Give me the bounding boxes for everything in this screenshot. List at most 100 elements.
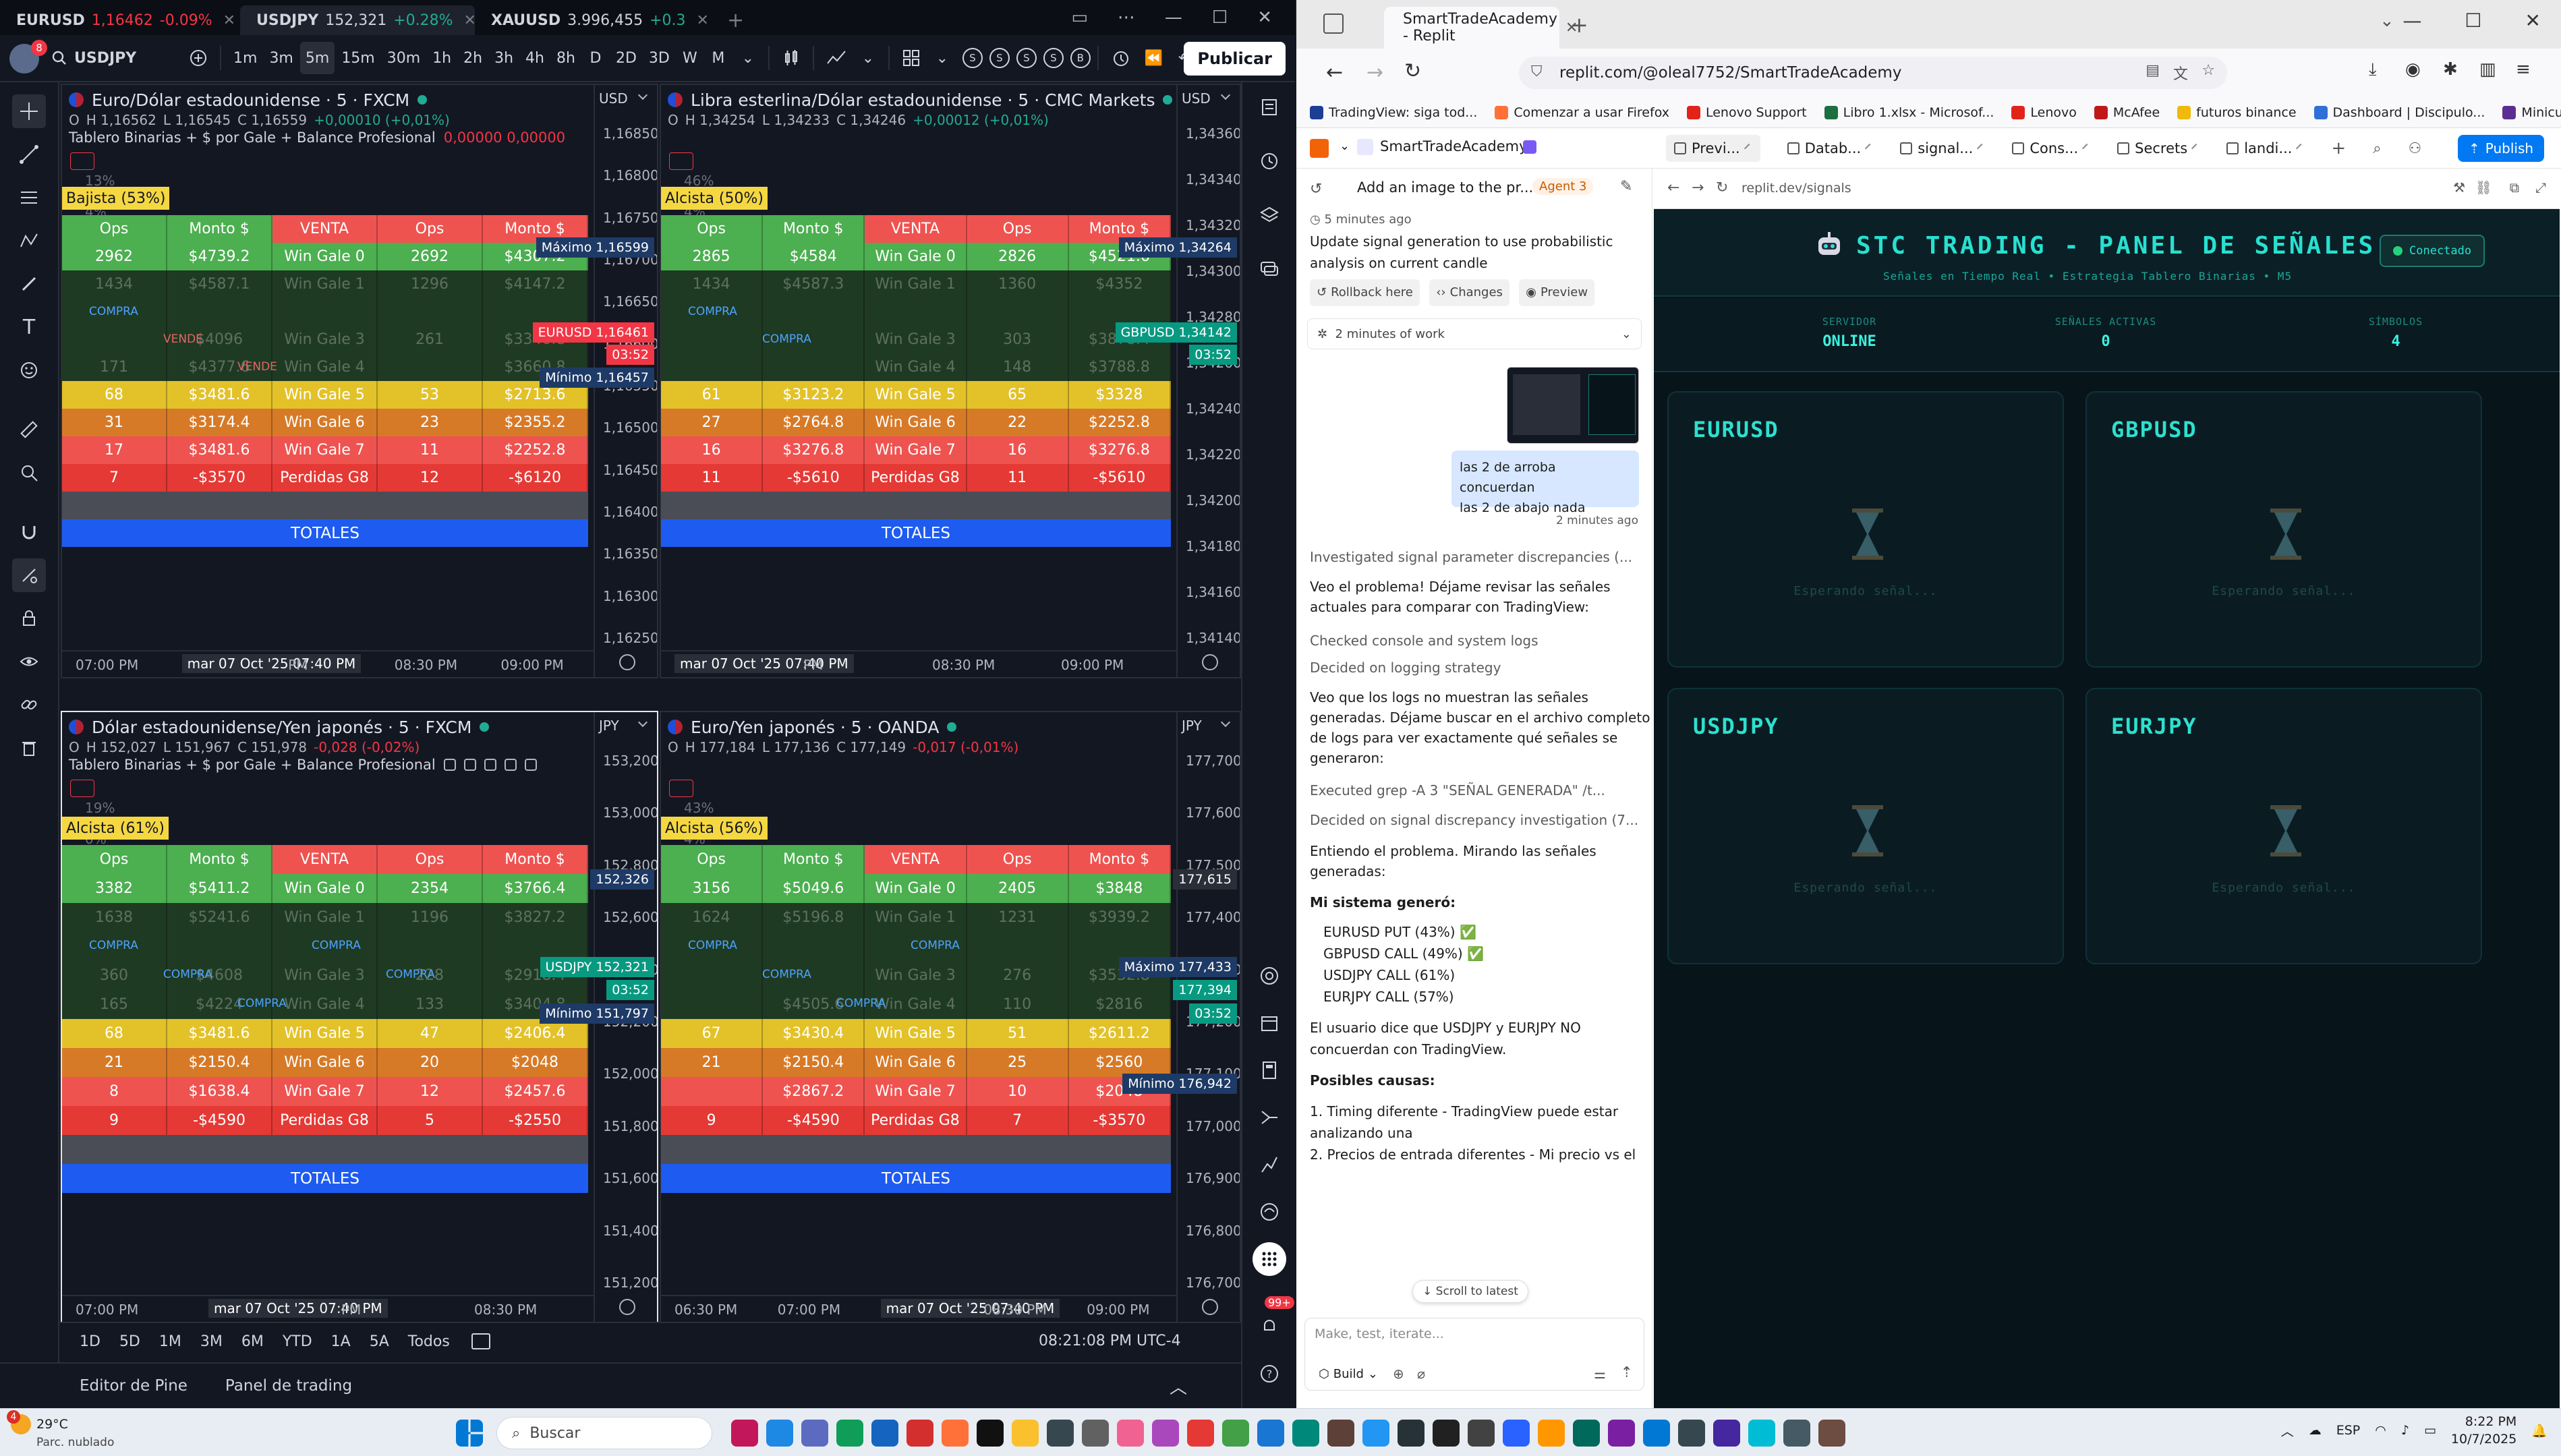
axis-currency-chevron-icon[interactable] (637, 717, 648, 728)
alert-icon[interactable] (1105, 42, 1136, 74)
bookmark-item[interactable]: McAfee (2094, 105, 2160, 120)
close-icon[interactable]: ✕ (223, 12, 235, 29)
axis-currency-chevron-icon[interactable] (637, 90, 648, 100)
pinned-app-icon[interactable] (1222, 1420, 1249, 1447)
download-icon[interactable]: ⤓ (2369, 59, 2377, 80)
link-icon[interactable] (12, 688, 46, 722)
bookmark-item[interactable]: TradingView: siga tod... (1310, 105, 1477, 120)
settings-gear-icon[interactable] (619, 1299, 635, 1315)
pinned-app-icon[interactable] (1117, 1420, 1144, 1447)
send-icon[interactable]: ⇡ (1621, 1364, 1633, 1381)
preview-url[interactable]: replit.dev/signals (1742, 181, 1851, 196)
zoom-icon[interactable] (12, 456, 46, 490)
lock-icon[interactable] (12, 602, 46, 635)
close-icon[interactable] (1744, 143, 1754, 154)
target-icon[interactable] (1253, 959, 1286, 993)
pinned-app-icon[interactable] (1503, 1420, 1530, 1447)
tab-list-icon[interactable] (1323, 13, 1344, 34)
new-tab-button[interactable]: + (718, 5, 753, 35)
chart-pane-0[interactable]: Euro/Dólar estadounidense · 5 · FXCM O H 1… (61, 84, 658, 678)
taskbar-clock[interactable]: 8:22 PM 10/7/2025 (2451, 1413, 2516, 1448)
tab-eurusd[interactable]: EURUSD 1,16462 -0.09% ✕ (0, 5, 240, 35)
close-icon[interactable]: ✕ (464, 12, 475, 29)
time-axis[interactable]: 06:30 PM 07:00 PM mar 07 Oct '25 07:40 PM 0… (661, 1295, 1176, 1322)
emoji-icon[interactable] (12, 353, 46, 387)
sidebar-icon[interactable]: ▥ (2479, 59, 2496, 80)
pine-editor-tab[interactable]: Editor de Pine (80, 1377, 188, 1395)
pane-title[interactable]: Euro/Dólar estadounidense · 5 · FXCM (62, 89, 428, 111)
pinned-app-icon[interactable] (836, 1420, 863, 1447)
candles-icon[interactable] (776, 42, 806, 74)
axis-currency[interactable]: USD (1182, 90, 1211, 107)
translate-icon[interactable]: 文 (2173, 62, 2188, 84)
browser-tab[interactable]: SmartTradeAcademy - Replit ✕ (1384, 7, 1578, 49)
signal-card-gbpusd[interactable]: GBPUSD Esperando señal... (2085, 391, 2482, 668)
interval-D[interactable]: D (582, 42, 609, 74)
layout-icon[interactable]: ▭ (1071, 7, 1088, 28)
bookmark-item[interactable]: Libro 1.xlsx - Microsof... (1824, 105, 1994, 120)
interval-W[interactable]: W (677, 42, 703, 74)
preview-forward-icon[interactable]: → (1692, 179, 1704, 196)
more-icon[interactable] (524, 759, 537, 771)
sync-circle-3[interactable]: S (1043, 48, 1064, 68)
replit-logo-icon[interactable] (1310, 139, 1329, 158)
rollback-button[interactable]: ↺ Rollback here (1310, 279, 1420, 306)
address-bar[interactable]: ⛉ replit.com/@oleal7752/SmartTradeAcadem… (1519, 57, 2227, 89)
compare-add-button[interactable] (183, 42, 213, 74)
pinned-app-icon[interactable] (1327, 1420, 1354, 1447)
changes-button[interactable]: ‹› Changes (1429, 279, 1509, 306)
agent-badge[interactable]: Agent 3 (1532, 178, 1594, 195)
interval-3h[interactable]: 3h (489, 42, 519, 74)
settings-gear-icon[interactable] (619, 654, 635, 670)
workspace-tab-1[interactable]: Datab... (1787, 140, 1875, 156)
pinned-app-icon[interactable] (1012, 1420, 1039, 1447)
calendar-icon[interactable] (1253, 1006, 1286, 1040)
pinned-app-icon[interactable] (942, 1420, 969, 1447)
forward-icon[interactable]: → (1366, 61, 1383, 84)
new-chat-icon[interactable]: ✎ (1620, 178, 1632, 195)
ruler-icon[interactable] (12, 413, 46, 446)
apps-grid-icon[interactable] (1253, 1242, 1286, 1276)
notifications-icon[interactable]: 99+ (1253, 1296, 1294, 1343)
layouts-icon[interactable] (896, 42, 926, 74)
preview-reload-icon[interactable]: ↻ (1716, 179, 1728, 196)
templates-icon[interactable]: ⌄ (855, 42, 882, 74)
chat-icon[interactable] (1253, 252, 1286, 286)
pinned-app-icon[interactable] (1398, 1420, 1425, 1447)
close-window-icon[interactable]: ✕ (2525, 9, 2541, 32)
collapse-chevron-icon[interactable]: ︿ (1170, 1374, 1187, 1399)
signal-card-eurjpy[interactable]: EURJPY Esperando señal... (2085, 688, 2482, 964)
range-YTD[interactable]: YTD (276, 1329, 319, 1354)
time-axis[interactable]: mar 07 Oct '25 07:40 PM PM 08:30 PM 09:00 P… (661, 650, 1176, 677)
pane-title[interactable]: Libra esterlina/Dólar estadounidense · 5… (661, 89, 1173, 111)
pinned-app-icon[interactable] (1187, 1420, 1214, 1447)
interval-4h[interactable]: 4h (520, 42, 550, 74)
pinned-app-icon[interactable] (1257, 1420, 1284, 1447)
reader-icon[interactable]: ▤ (2146, 62, 2160, 79)
attached-screenshot[interactable] (1507, 367, 1639, 444)
paperclip-icon[interactable]: ⌀ (1417, 1366, 1425, 1382)
time-axis[interactable]: 07:00 PM mar 07 Oct '25 07:40 PM PM 08:30 P… (62, 1295, 594, 1322)
trading-panel-tab[interactable]: Panel de trading (225, 1377, 352, 1395)
symbol-search[interactable]: USDJPY (46, 42, 181, 74)
magnet-icon[interactable] (12, 515, 46, 549)
chart-pane-2[interactable]: Dólar estadounidense/Yen japonés · 5 · F… (61, 711, 658, 1323)
pinned-app-icon[interactable] (1818, 1420, 1845, 1447)
bookmark-item[interactable]: Minicurso [Clube das ... (2502, 105, 2561, 120)
replit-publish-button[interactable]: ⇡ Publish (2458, 135, 2545, 162)
collapse-legend-button[interactable] (669, 152, 693, 170)
eye-icon[interactable] (443, 759, 456, 771)
workspace-tab-2[interactable]: signal... (1900, 140, 1987, 156)
pinned-app-icon[interactable] (731, 1420, 758, 1447)
pinned-app-icon[interactable] (1152, 1420, 1179, 1447)
wifi-icon[interactable]: ◠ (2375, 1423, 2386, 1438)
fullscreen-icon[interactable]: ⤢ (2535, 179, 2546, 196)
bookmark-item[interactable]: Dashboard | Discipulo... (2313, 105, 2485, 120)
tab-overflow-icon[interactable]: ⌄ (2380, 11, 2394, 31)
interval-2D[interactable]: 2D (610, 42, 642, 74)
pinned-app-icon[interactable] (1608, 1420, 1635, 1447)
bookmark-item[interactable]: Lenovo Support (1686, 105, 1807, 120)
pinned-app-icon[interactable] (977, 1420, 1004, 1447)
layouts-dropdown[interactable]: ⌄ (929, 42, 956, 74)
menu-icon[interactable]: ≡ (2516, 59, 2531, 80)
